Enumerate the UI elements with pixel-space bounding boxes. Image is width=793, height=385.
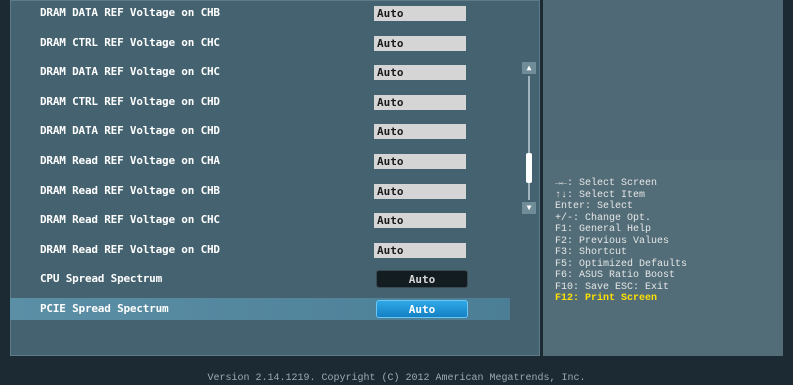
setting-value-field[interactable]: Auto [374,183,466,199]
setting-label: DRAM Read REF Voltage on CHA [40,154,220,167]
footer-copyright: Version 2.14.1219. Copyright (C) 2012 Am… [207,373,586,384]
setting-label: PCIE Spread Spectrum [40,302,169,315]
setting-row[interactable]: DRAM Read REF Voltage on CHC Auto [10,209,510,231]
scroll-thumb[interactable] [526,153,532,184]
setting-label: DRAM Read REF Voltage on CHB [40,183,220,197]
setting-label: DRAM DATA REF Voltage on CHB [40,6,220,19]
setting-row[interactable]: DRAM DATA REF Voltage on CHC Auto [10,61,510,83]
setting-value-field[interactable]: Auto [374,65,466,81]
setting-value-field[interactable]: Auto [374,35,466,51]
setting-label: DRAM CTRL REF Voltage on CHD [40,94,220,108]
setting-value-field[interactable]: Auto [374,242,466,258]
setting-value-field[interactable]: Auto [374,6,466,21]
setting-label: DRAM Read REF Voltage on CHC [40,213,220,227]
setting-row[interactable]: DRAM CTRL REF Voltage on CHD Auto [10,91,510,113]
help-line: →←: Select Screen [555,178,658,189]
setting-row[interactable]: DRAM DATA REF Voltage on CHD Auto [10,120,510,142]
scroll-down-arrow-icon[interactable]: ▼ [522,202,536,214]
setting-row[interactable]: PCIE Spread Spectrum Auto [10,298,510,320]
setting-label: DRAM DATA REF Voltage on CHD [40,124,220,138]
setting-row[interactable]: CPU Spread Spectrum Auto [10,268,510,290]
setting-row[interactable]: DRAM DATA REF Voltage on CHB Auto [10,2,510,24]
setting-label: DRAM CTRL REF Voltage on CHC [40,35,220,49]
scroll-up-arrow-icon[interactable]: ▲ [522,62,536,74]
setting-value-button[interactable]: Auto [376,300,468,318]
setting-label: CPU Spread Spectrum [40,272,163,286]
setting-value-field[interactable]: Auto [374,124,466,140]
setting-value-button[interactable]: Auto [376,270,468,289]
item-description-area [543,0,783,160]
help-line: Enter: Select [555,201,634,212]
setting-value-field[interactable]: Auto [374,94,466,110]
setting-value-field[interactable]: Auto [374,213,466,229]
help-line: F3: Shortcut [555,247,628,258]
help-line: F5: Optimized Defaults [555,258,688,270]
setting-row[interactable]: DRAM Read REF Voltage on CHB Auto [10,180,510,202]
key-help-list: →←: Select Screen ↑↓: Select Item Enter: S… [555,178,775,305]
setting-row[interactable]: DRAM Read REF Voltage on CHA Auto [10,150,510,172]
help-line: F10: Save ESC: Exit [555,281,670,293]
setting-row[interactable]: DRAM CTRL REF Voltage on CHC Auto [10,32,510,54]
scrollbar[interactable]: ▲ ▼ [522,62,536,214]
help-line: +/-: Change Opt. [555,212,652,224]
settings-panel: DRAM DATA REF Voltage on CHB Auto DRAM CTR… [10,0,540,356]
setting-row[interactable]: DRAM Read REF Voltage on CHD Auto [10,239,510,261]
help-line: F1: General Help [555,224,652,235]
setting-label: DRAM DATA REF Voltage on CHC [40,65,220,79]
help-line: F12: Print Screen [555,293,658,304]
setting-value-field[interactable]: Auto [374,154,466,169]
help-line: F6: ASUS Ratio Boost [555,270,676,281]
help-line: F2: Previous Values [555,235,670,247]
help-line: ↑↓: Select Item [555,189,646,201]
setting-label: DRAM Read REF Voltage on CHD [40,242,220,256]
